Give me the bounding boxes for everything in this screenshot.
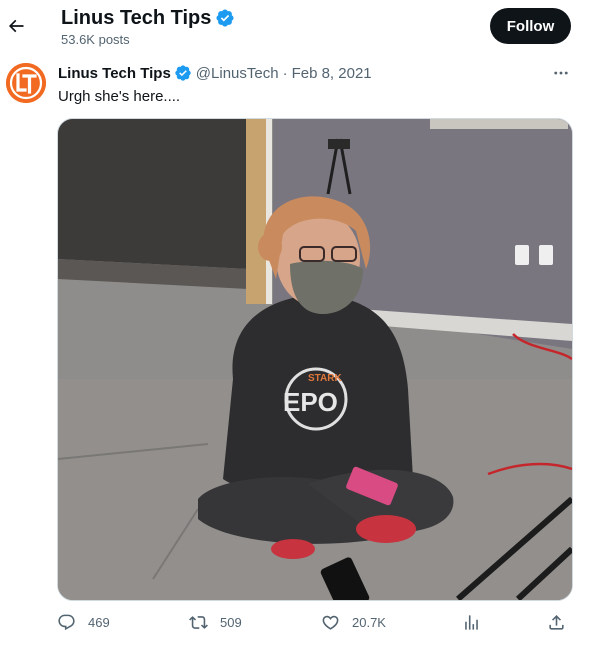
author-name[interactable]: Linus Tech Tips bbox=[58, 65, 171, 82]
profile-name: Linus Tech Tips bbox=[61, 7, 212, 29]
back-arrow-icon bbox=[8, 19, 24, 33]
follow-button[interactable]: Follow bbox=[490, 8, 571, 44]
share-icon bbox=[547, 613, 566, 632]
more-icon bbox=[554, 71, 568, 75]
svg-text:STARK: STARK bbox=[308, 373, 342, 384]
repost-button[interactable]: 509 bbox=[189, 609, 242, 635]
like-button[interactable]: 20.7K bbox=[321, 609, 386, 635]
top-bar: Linus Tech Tips 53.6K posts Follow bbox=[0, 0, 590, 52]
tweet[interactable]: Linus Tech Tips @LinusTech · Feb 8, 2021… bbox=[0, 52, 590, 655]
verified-badge-icon bbox=[175, 65, 191, 81]
reply-icon bbox=[57, 613, 76, 632]
reply-button[interactable]: 469 bbox=[57, 609, 110, 635]
like-icon bbox=[321, 613, 340, 632]
views-icon bbox=[462, 613, 481, 632]
tweet-header: Linus Tech Tips @LinusTech · Feb 8, 2021 bbox=[58, 64, 372, 82]
more-options-button[interactable] bbox=[548, 62, 574, 84]
separator-dot: · bbox=[282, 64, 288, 82]
repost-icon bbox=[189, 613, 208, 632]
ltt-logo-icon bbox=[6, 63, 46, 103]
avatar[interactable] bbox=[6, 63, 46, 103]
svg-text:EPO: EPO bbox=[283, 387, 338, 417]
tweet-photo[interactable]: EPO STARK bbox=[57, 118, 573, 601]
reply-count: 469 bbox=[88, 614, 110, 630]
views-button[interactable] bbox=[462, 609, 481, 635]
action-bar: 469 509 20.7K bbox=[57, 609, 571, 635]
profile-title: Linus Tech Tips bbox=[61, 6, 235, 30]
repost-count: 509 bbox=[220, 614, 242, 630]
verified-badge-icon bbox=[216, 9, 234, 27]
share-button[interactable] bbox=[547, 609, 566, 635]
tweet-text: Urgh she's here.... bbox=[58, 88, 181, 105]
post-count: 53.6K posts bbox=[61, 32, 130, 47]
author-handle[interactable]: @LinusTech bbox=[196, 65, 279, 82]
photo-illustration: EPO STARK bbox=[58, 119, 572, 600]
like-count: 20.7K bbox=[352, 614, 386, 630]
back-button[interactable] bbox=[4, 9, 28, 43]
post-date[interactable]: Feb 8, 2021 bbox=[292, 65, 372, 82]
